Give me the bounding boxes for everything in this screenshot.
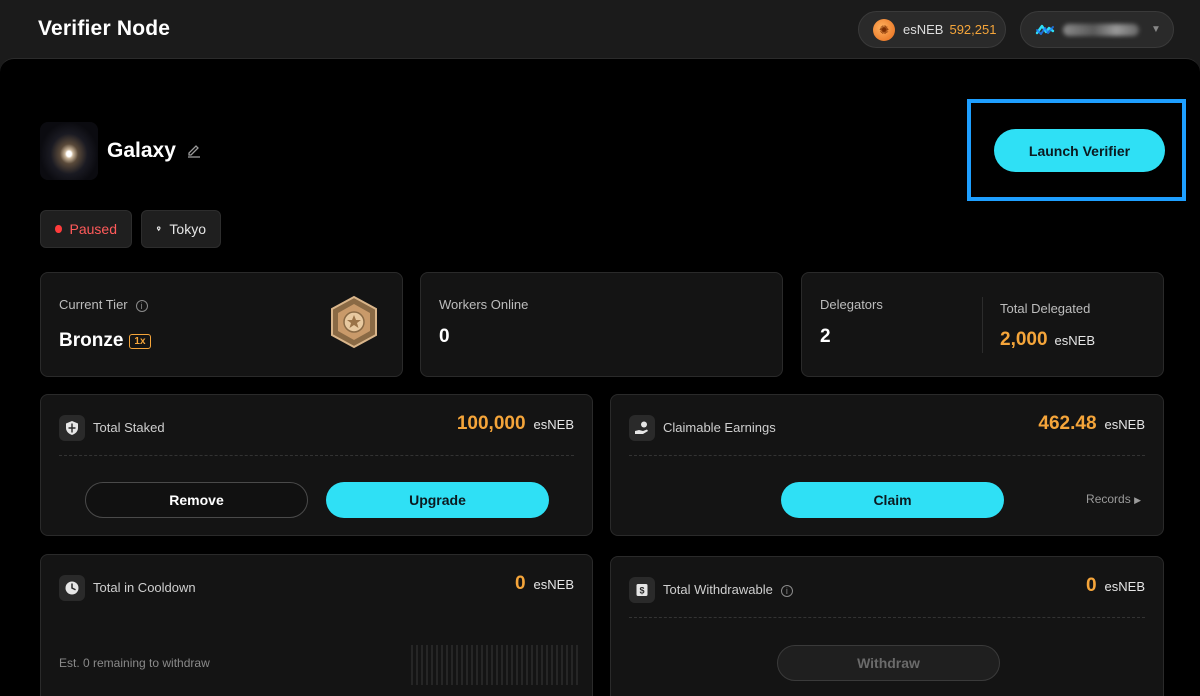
balance-amount: 592,251: [949, 22, 997, 37]
withdrawable-title: Total Withdrawable: [663, 582, 773, 597]
current-tier-card: Current Tier i Bronze 1x: [40, 272, 403, 377]
cooldown-unit: esNEB: [533, 577, 574, 592]
total-delegated-value: 2,000: [1000, 329, 1048, 350]
hand-coin-icon: [629, 415, 655, 441]
workers-label: Workers Online: [439, 297, 529, 312]
upgrade-button[interactable]: Upgrade: [326, 482, 549, 518]
records-label: Records: [1086, 492, 1131, 506]
node-avatar: [40, 122, 98, 180]
claimable-earnings-amount: 462.48: [1038, 413, 1097, 434]
claimable-earnings-unit: esNEB: [1104, 417, 1145, 432]
delegators-card: Delegators 2 Total Delegated 2,000 esNEB: [801, 272, 1164, 377]
workers-value: 0: [439, 326, 450, 347]
claim-button[interactable]: Claim: [781, 482, 1004, 518]
status-badge: Paused: [40, 210, 132, 248]
cooldown-title: Total in Cooldown: [93, 580, 196, 595]
records-link[interactable]: Records ▶: [1086, 492, 1141, 506]
total-staked-unit: esNEB: [533, 417, 574, 432]
dashed-divider: [59, 455, 574, 456]
wallet-address-redacted: [1063, 23, 1139, 36]
node-name: Galaxy: [107, 139, 176, 162]
cooldown-estimate-text: Est. 0 remaining to withdraw: [59, 656, 210, 670]
pencil-icon[interactable]: [186, 143, 202, 159]
top-bar: Verifier Node ✺ esNEB 592,251 ▼: [0, 0, 1200, 60]
tier-value: Bronze: [59, 330, 124, 351]
esneb-coin-icon: ✺: [873, 18, 895, 41]
wallet-dollar-icon: $: [629, 577, 655, 603]
total-in-cooldown-card: Total in Cooldown 0 esNEB Est. 0 remaini…: [40, 554, 593, 696]
shield-icon: [59, 415, 85, 441]
total-delegated-unit: esNEB: [1054, 333, 1096, 348]
withdrawable-amount: 0: [1085, 575, 1097, 596]
chevron-down-icon: ▼: [1151, 24, 1161, 35]
withdraw-button[interactable]: Withdraw: [777, 645, 1000, 681]
tier-label: Current Tier: [59, 297, 128, 312]
launch-verifier-button[interactable]: Launch Verifier: [994, 129, 1165, 172]
total-staked-card: Total Staked 100,000 esNEB Remove Upgrad…: [40, 394, 593, 536]
remove-button[interactable]: Remove: [85, 482, 308, 518]
tier-multiplier-badge: 1x: [129, 334, 151, 350]
location-badge: Tokyo: [141, 210, 221, 248]
divider: [982, 297, 983, 353]
location-pin-icon: [156, 226, 161, 232]
balance-token: esNEB: [903, 22, 944, 37]
status-dot-icon: [55, 225, 62, 233]
bronze-tier-badge-icon: [331, 295, 377, 349]
svg-text:$: $: [639, 586, 644, 596]
balance-pill[interactable]: ✺ esNEB 592,251: [858, 11, 1006, 48]
info-icon[interactable]: i: [780, 584, 793, 597]
claimable-earnings-title: Claimable Earnings: [663, 420, 776, 435]
total-staked-amount: 100,000: [456, 413, 526, 434]
total-delegated-label: Total Delegated: [1000, 301, 1091, 316]
info-icon[interactable]: i: [135, 299, 148, 312]
dashed-divider: [629, 455, 1145, 456]
withdrawable-unit: esNEB: [1104, 579, 1145, 594]
cooldown-amount: 0: [514, 573, 526, 594]
delegators-value: 2: [820, 326, 831, 347]
claimable-earnings-card: Claimable Earnings 462.48 esNEB Claim Re…: [610, 394, 1164, 536]
dashed-divider: [629, 617, 1145, 618]
clock-icon: [59, 575, 85, 601]
total-staked-title: Total Staked: [93, 420, 165, 435]
caret-right-icon: ▶: [1134, 495, 1141, 505]
status-text: Paused: [69, 221, 117, 237]
total-withdrawable-card: $ Total Withdrawable i 0 esNEB Withdraw: [610, 556, 1164, 696]
wallet-selector[interactable]: ▼: [1020, 11, 1174, 48]
page-title: Verifier Node: [38, 17, 171, 40]
delegators-label: Delegators: [820, 297, 883, 312]
workers-online-card: Workers Online 0: [420, 272, 783, 377]
cooldown-bars-decoration: [411, 645, 581, 685]
network-logo-icon: [1035, 24, 1055, 35]
location-text: Tokyo: [169, 221, 206, 237]
